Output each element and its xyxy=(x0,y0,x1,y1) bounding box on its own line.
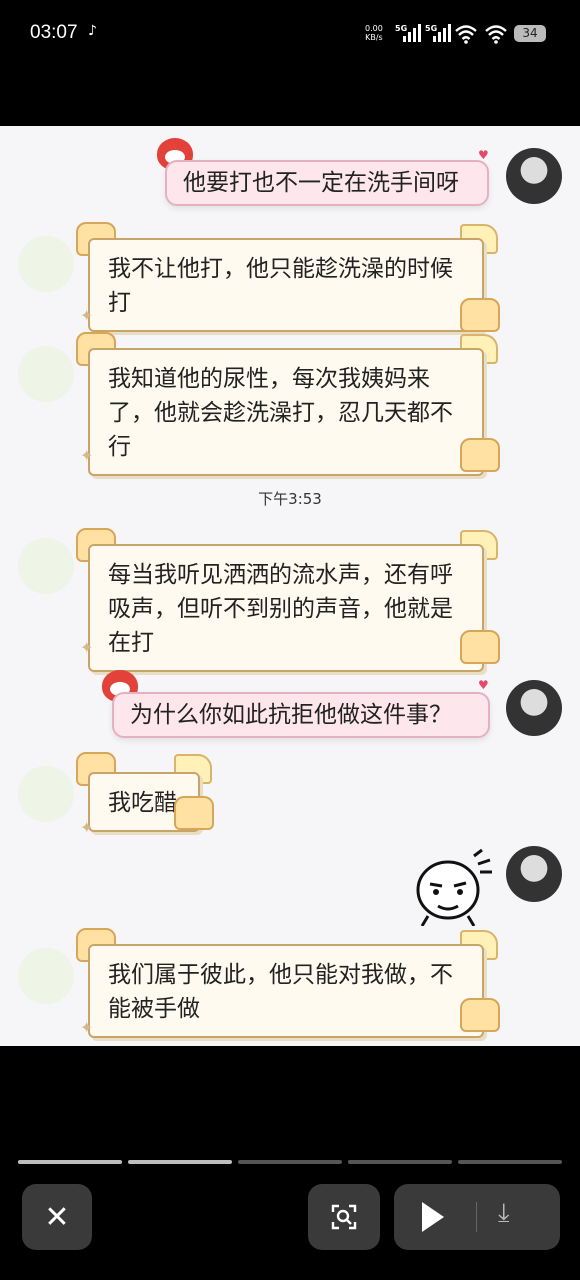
message-bubble: 我知道他的尿性，每次我姨妈来了，他就会趁洗澡打，忍几天都不行 xyxy=(88,348,484,476)
chat-screenshot[interactable]: 他要打也不一定在洗手间呀 ♥ 我不让他打，他只能趁洗澡的时候打 ✦ 我知道他的尿… xyxy=(0,126,580,1046)
avatar xyxy=(506,148,562,204)
message-bubble: 为什么你如此抗拒他做这件事？ xyxy=(112,692,490,738)
battery-indicator: 34 xyxy=(514,25,546,42)
sparkle-icon: ✦ xyxy=(80,306,94,325)
page-indicator[interactable] xyxy=(458,1160,562,1164)
toast-sticker-icon xyxy=(174,796,214,830)
wifi-icon xyxy=(485,25,507,44)
divider xyxy=(476,1202,477,1232)
toast-sticker-icon xyxy=(460,298,500,332)
toast-sticker-icon xyxy=(460,630,500,664)
scan-icon xyxy=(331,1204,357,1230)
sparkle-icon: ✦ xyxy=(80,638,94,657)
close-button[interactable]: ✕ xyxy=(22,1184,92,1250)
download-icon[interactable]: ⤓ xyxy=(498,1198,510,1229)
message-bubble: 每当我听见洒洒的流水声，还有呼吸声，但听不到别的声音，他就是在打 xyxy=(88,544,484,672)
face-sticker xyxy=(416,848,492,926)
status-time: 03:07 xyxy=(30,22,78,43)
close-icon: ✕ xyxy=(44,1199,70,1235)
message-bubble: 我不让他打，他只能趁洗澡的时候打 xyxy=(88,238,484,332)
avatar xyxy=(18,766,74,822)
page-indicator[interactable] xyxy=(238,1160,342,1164)
page-indicator[interactable] xyxy=(18,1160,122,1164)
toast-sticker-icon xyxy=(460,438,500,472)
toast-sticker-icon xyxy=(460,998,500,1032)
signal-icon: 5G xyxy=(395,22,423,48)
message-bubble: 我们属于彼此，他只能对我做，不能被手做 xyxy=(88,944,484,1038)
heart-icon: ♥ xyxy=(478,148,489,162)
page-indicator[interactable] xyxy=(128,1160,232,1164)
network-speed: 0.00 KB/s xyxy=(365,24,383,42)
message-bubble: 他要打也不一定在洗手间呀 xyxy=(165,160,489,206)
avatar xyxy=(18,538,74,594)
tiktok-icon: ♪ xyxy=(88,23,97,39)
scan-button[interactable] xyxy=(308,1184,380,1250)
avatar xyxy=(506,846,562,902)
heart-icon: ♥ xyxy=(478,678,489,692)
status-bar: 03:07 ♪ 0.00 KB/s 5G 5G 34 xyxy=(0,0,580,70)
sparkle-icon: ✦ xyxy=(80,818,94,837)
avatar xyxy=(18,346,74,402)
avatar xyxy=(18,236,74,292)
play-download-group[interactable]: ⤓ xyxy=(394,1184,560,1250)
sparkle-icon: ✦ xyxy=(80,1018,94,1037)
play-icon[interactable] xyxy=(422,1202,444,1232)
chat-timestamp: 下午3:53 xyxy=(258,490,322,508)
avatar xyxy=(18,948,74,1004)
page-indicator[interactable] xyxy=(348,1160,452,1164)
sparkle-icon: ✦ xyxy=(80,446,94,465)
signal-icon: 5G xyxy=(425,22,453,48)
wifi-icon xyxy=(455,25,477,44)
avatar xyxy=(506,680,562,736)
